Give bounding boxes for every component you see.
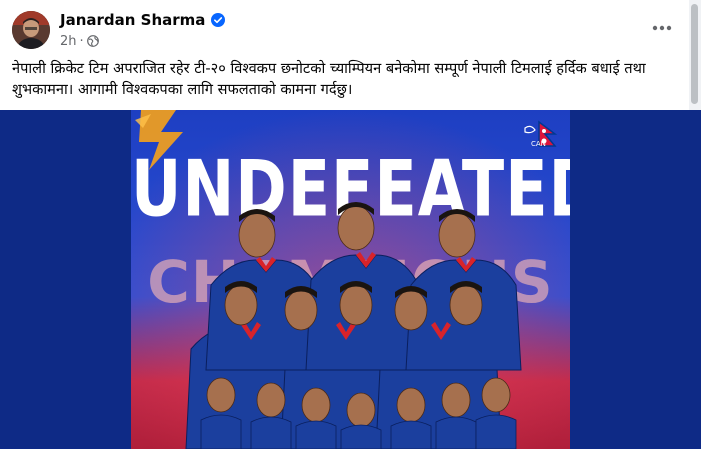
post-meta: 2h · [60,34,99,51]
verified-badge-icon [211,13,226,32]
post-message: नेपाली क्रिकेट टिम अपराजित रहेर टी-२० वि… [12,60,651,98]
scrollbar-thumb[interactable] [691,4,698,104]
author-name[interactable]: Janardan Sharma [60,11,226,32]
more-options-icon [652,25,672,31]
can-logo-text: CAN [531,140,546,148]
team-players-illustration [185,202,522,449]
globe-icon[interactable] [86,35,99,51]
post-photo[interactable]: UNDEFEATED CHAMPIONS [0,110,701,449]
more-options-button[interactable] [648,14,676,42]
author-name-text[interactable]: Janardan Sharma [60,11,205,29]
poster-image: UNDEFEATED CHAMPIONS [131,110,570,449]
post-timestamp[interactable]: 2h [60,34,77,49]
avatar[interactable] [12,11,50,49]
post-header: Janardan Sharma 2h · [0,0,690,56]
meta-separator: · [79,34,84,49]
scrollbar[interactable] [689,0,701,110]
